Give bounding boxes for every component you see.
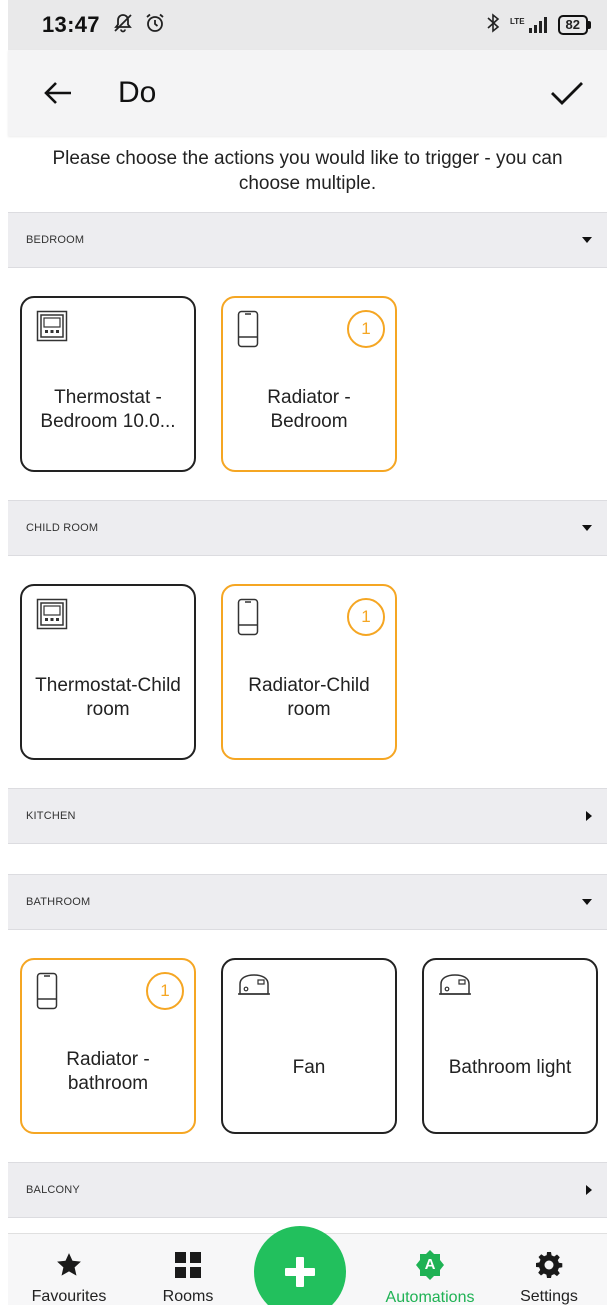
battery-level: 82 bbox=[557, 15, 588, 35]
network-type-label: LTE bbox=[510, 17, 525, 26]
radiator-icon bbox=[237, 598, 259, 641]
section-label-balcony: BALCONY bbox=[26, 1184, 80, 1196]
device-tile-radiator-bedroom[interactable]: 1 Radiator - Bedroom bbox=[221, 296, 397, 472]
gear-icon bbox=[535, 1250, 563, 1279]
switch-module-icon bbox=[237, 972, 271, 1003]
automations-icon-letter: A bbox=[424, 1256, 436, 1273]
caret-right-icon bbox=[586, 811, 592, 821]
page-title: Do bbox=[118, 76, 157, 109]
device-tile-thermostat-bedroom[interactable]: Thermostat - Bedroom 10.0... bbox=[20, 296, 196, 472]
section-header-child-room[interactable]: CHILD ROOM bbox=[8, 500, 607, 556]
section-header-bathroom[interactable]: BATHROOM bbox=[8, 874, 607, 930]
device-label: Radiator - bathroom bbox=[66, 1049, 150, 1094]
section-header-bedroom[interactable]: BEDROOM bbox=[8, 212, 607, 268]
device-tile-radiator-child-room[interactable]: 1 Radiator-Child room bbox=[221, 584, 397, 760]
device-label: Thermostat-Child room bbox=[35, 675, 181, 720]
signal-icon: LTE bbox=[510, 17, 548, 33]
app-bar: Do bbox=[8, 50, 607, 136]
device-tile-bathroom-light[interactable]: Bathroom light bbox=[422, 958, 598, 1134]
device-tile-thermostat-child-room[interactable]: Thermostat-Child room bbox=[20, 584, 196, 760]
caret-down-icon bbox=[582, 899, 592, 905]
section-label-bathroom: BATHROOM bbox=[26, 896, 91, 908]
device-label: Fan bbox=[292, 1057, 326, 1078]
status-bar: 13:47 LTE 82 bbox=[8, 0, 607, 50]
star-icon bbox=[55, 1250, 83, 1279]
selection-count-badge: 1 bbox=[146, 972, 184, 1010]
nav-label-settings: Settings bbox=[520, 1288, 578, 1305]
caret-right-icon bbox=[586, 1185, 592, 1195]
nav-rooms[interactable]: Rooms bbox=[133, 1234, 243, 1305]
device-label: Bathroom light bbox=[448, 1057, 572, 1078]
nav-label-favourites: Favourites bbox=[31, 1288, 107, 1305]
device-label: Radiator - Bedroom bbox=[267, 387, 351, 432]
section-label-kitchen: KITCHEN bbox=[26, 810, 76, 822]
status-time: 13:47 bbox=[42, 12, 100, 37]
notifications-off-icon bbox=[112, 12, 134, 39]
section-label-child-room: CHILD ROOM bbox=[26, 522, 99, 534]
caret-down-icon bbox=[582, 237, 592, 243]
nav-favourites[interactable]: Favourites bbox=[14, 1234, 124, 1305]
selection-count-badge: 1 bbox=[347, 310, 385, 348]
nav-settings[interactable]: Settings bbox=[494, 1234, 604, 1305]
thermostat-icon bbox=[36, 598, 68, 635]
instruction-text: Please choose the actions you would like… bbox=[52, 148, 563, 194]
confirm-button[interactable] bbox=[537, 63, 597, 123]
nav-automations[interactable]: A Automations bbox=[375, 1234, 485, 1305]
section-header-kitchen[interactable]: KITCHEN bbox=[8, 788, 607, 844]
nav-label-automations: Automations bbox=[385, 1289, 475, 1305]
device-label: Radiator-Child room bbox=[248, 675, 370, 720]
battery-icon: 82 bbox=[557, 15, 591, 35]
bluetooth-icon bbox=[486, 12, 500, 38]
switch-module-icon bbox=[438, 972, 472, 1003]
checkmark-icon bbox=[551, 82, 583, 105]
alarm-icon bbox=[144, 12, 166, 39]
device-label: Thermostat - Bedroom 10.0... bbox=[40, 387, 176, 432]
section-label-bedroom: BEDROOM bbox=[26, 234, 85, 246]
device-tile-radiator-bathroom[interactable]: 1 Radiator - bathroom bbox=[20, 958, 196, 1134]
caret-down-icon bbox=[582, 525, 592, 531]
thermostat-icon bbox=[36, 310, 68, 347]
radiator-icon bbox=[237, 310, 259, 353]
nav-label-rooms: Rooms bbox=[162, 1288, 214, 1305]
automations-badge-icon: A bbox=[414, 1250, 446, 1280]
back-button[interactable] bbox=[28, 63, 88, 123]
device-tile-fan[interactable]: Fan bbox=[221, 958, 397, 1134]
radiator-icon bbox=[36, 972, 58, 1015]
section-header-balcony[interactable]: BALCONY bbox=[8, 1162, 607, 1218]
grid-icon bbox=[175, 1250, 201, 1279]
arrow-left-icon bbox=[44, 82, 71, 104]
plus-icon bbox=[285, 1257, 315, 1287]
selection-count-badge: 1 bbox=[347, 598, 385, 636]
